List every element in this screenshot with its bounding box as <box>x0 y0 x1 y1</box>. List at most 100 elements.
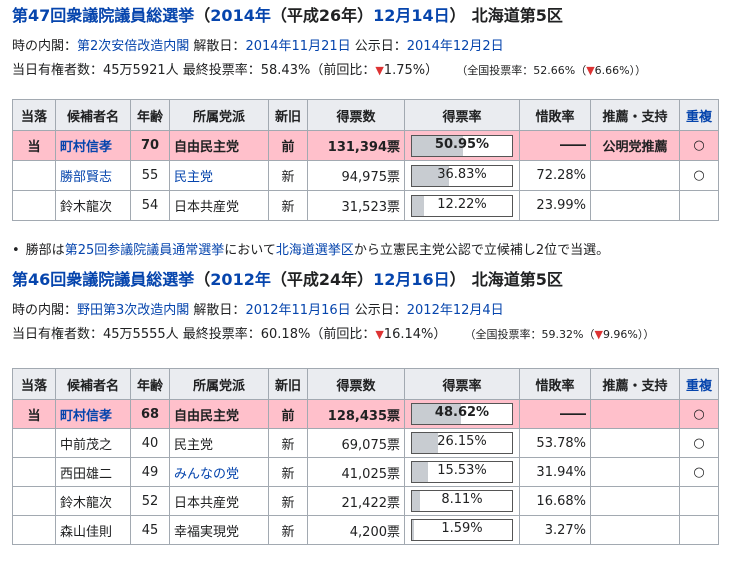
header-party: 所属党派 <box>169 368 269 400</box>
cell-votes: 69,075票 <box>307 428 405 458</box>
party-name: 日本共産党 <box>174 495 240 511</box>
cell-age: 68 <box>130 399 170 429</box>
vote-share-bar: 50.95% <box>411 134 513 157</box>
cell-rate: 12.22% <box>404 190 520 221</box>
cell-support <box>590 486 680 516</box>
header-name: 候補者名 <box>55 99 131 131</box>
cell-party: 幸福実現党 <box>169 515 269 545</box>
cell-name[interactable]: 勝部賢志 <box>55 160 131 191</box>
cell-result <box>12 428 56 458</box>
table-header-row: 当落 候補者名 年齢 所属党派 新旧 得票数 得票率 惜敗率 推薦・支持 重複 <box>12 368 719 400</box>
candidate-name: 鈴木龍次 <box>60 200 113 215</box>
vote-share-text: 8.11% <box>441 492 483 507</box>
date-link[interactable]: 12月14日 <box>373 6 450 25</box>
table-row: 森山佳則 45 幸福実現党 新 4,200票 1.59% 3.27% <box>12 515 719 545</box>
header-rate: 得票率 <box>404 99 520 131</box>
election-2014-section: 第47回衆議院議員総選挙（2014年（平成26年）12月14日） 北海道第5区 時… <box>12 6 747 221</box>
cell-status: 新 <box>268 486 308 516</box>
cell-age: 52 <box>130 486 170 516</box>
header-loss-rate: 惜敗率 <box>519 99 591 131</box>
cabinet-link[interactable]: 第2次安倍改造内閣 <box>77 39 189 54</box>
vote-share-text: 1.59% <box>441 521 483 536</box>
election-2012-title-link[interactable]: 第46回衆議院議員総選挙 <box>12 270 194 289</box>
table-row: 中前茂之 40 民主党 新 69,075票 26.15% 53.78% ○ <box>12 428 719 458</box>
cell-party: 民主党 <box>169 428 269 458</box>
candidate-name: 西田雄二 <box>60 466 113 482</box>
cell-votes: 31,523票 <box>307 190 405 221</box>
header-support: 推薦・支持 <box>590 368 680 400</box>
cell-duplicate: ○ <box>679 130 719 161</box>
party-name[interactable]: みんなの党 <box>174 467 239 482</box>
cabinet-link[interactable]: 野田第3次改造内閣 <box>77 303 189 318</box>
header-duplicate[interactable]: 重複 <box>679 99 719 131</box>
header-name: 候補者名 <box>55 368 131 400</box>
vote-share-text: 50.95% <box>434 136 490 152</box>
cell-party[interactable]: 民主党 <box>169 160 269 191</box>
cell-rate: 50.95% <box>404 130 520 161</box>
vote-share-text: 36.83% <box>437 166 487 182</box>
election-2012-dates: 時の内閣：野田第3次改造内閣 解散日：2012年11月16日 公示日：2012年… <box>12 303 504 318</box>
upper-house-election-link[interactable]: 第25回参議院議員通常選挙 <box>65 243 225 258</box>
cell-name[interactable]: 町村信孝 <box>55 399 131 429</box>
header-party: 所属党派 <box>169 99 269 131</box>
party-name: 自由民主党 <box>174 408 240 424</box>
cell-votes: 131,394票 <box>307 130 405 161</box>
dissolve-date-link[interactable]: 2012年11月16日 <box>245 303 350 318</box>
date-link[interactable]: 12月16日 <box>373 270 450 289</box>
cell-status: 新 <box>268 457 308 487</box>
party-name: 自由民主党 <box>174 140 240 155</box>
cell-duplicate: ○ <box>679 428 719 458</box>
vote-share-bar: 8.11% <box>411 490 513 512</box>
cell-rate: 36.83% <box>404 160 520 191</box>
cell-duplicate <box>679 486 719 516</box>
cell-votes: 4,200票 <box>307 515 405 545</box>
year-link[interactable]: 2012年 <box>210 270 271 289</box>
candidate-name[interactable]: 町村信孝 <box>60 409 112 424</box>
results-table-2014: 当落 候補者名 年齢 所属党派 新旧 得票数 得票率 惜敗率 推薦・支持 重複 … <box>12 99 719 221</box>
cell-votes: 128,435票 <box>307 399 405 429</box>
cell-party: 日本共産党 <box>169 190 269 221</box>
candidate-name[interactable]: 勝部賢志 <box>60 170 112 185</box>
cell-name: 西田雄二 <box>55 457 131 487</box>
cell-party[interactable]: みんなの党 <box>169 457 269 487</box>
vote-share-text: 48.62% <box>434 405 490 420</box>
year-link[interactable]: 2014年 <box>210 6 271 25</box>
party-name[interactable]: 民主党 <box>174 170 213 185</box>
cell-rate: 1.59% <box>404 515 520 545</box>
header-rate: 得票率 <box>404 368 520 400</box>
hokkaido-district-link[interactable]: 北海道選挙区 <box>276 243 354 258</box>
cell-loss-rate: 31.94% <box>519 457 591 487</box>
cell-loss-rate: 72.28% <box>519 160 591 191</box>
header-duplicate[interactable]: 重複 <box>679 368 719 400</box>
table-row: 鈴木龍次 54 日本共産党 新 31,523票 12.22% 23.99% <box>12 190 719 221</box>
table-row: 当町村信孝 70 自由民主党 前 131,394票 50.95% ―― 公明党推薦 ○ <box>12 130 719 161</box>
vote-share-text: 26.15% <box>437 434 487 449</box>
table-header-row: 当落 候補者名 年齢 所属党派 新旧 得票数 得票率 惜敗率 推薦・支持 重複 <box>12 99 719 131</box>
election-2014-note: • 勝部は第25回参議院議員通常選挙において北海道選挙区から立憲民主党公認で立候補… <box>12 243 610 258</box>
cell-duplicate <box>679 515 719 545</box>
header-age: 年齢 <box>130 368 170 400</box>
cell-age: 45 <box>130 515 170 545</box>
results-table-2012: 当落 候補者名 年齢 所属党派 新旧 得票数 得票率 惜敗率 推薦・支持 重複 … <box>12 368 719 545</box>
cell-support <box>590 160 680 191</box>
cell-status: 前 <box>268 399 308 429</box>
party-name: 日本共産党 <box>174 200 240 215</box>
announce-date-link[interactable]: 2014年12月2日 <box>407 39 504 54</box>
cell-name[interactable]: 町村信孝 <box>55 130 131 161</box>
decrease-arrow-icon: ▼ <box>586 64 595 77</box>
candidate-name[interactable]: 町村信孝 <box>60 140 112 155</box>
cell-status: 新 <box>268 515 308 545</box>
decrease-arrow-icon: ▼ <box>594 328 603 341</box>
decrease-arrow-icon: ▼ <box>375 64 384 77</box>
cell-status: 前 <box>268 130 308 161</box>
cell-name: 中前茂之 <box>55 428 131 458</box>
announce-date-link[interactable]: 2012年12月4日 <box>407 303 504 318</box>
cell-party: 自由民主党 <box>169 399 269 429</box>
dissolve-date-link[interactable]: 2014年11月21日 <box>245 39 350 54</box>
cell-duplicate <box>679 190 719 221</box>
cell-loss-rate: 53.78% <box>519 428 591 458</box>
party-name: 民主党 <box>174 437 214 453</box>
election-2014-title-link[interactable]: 第47回衆議院議員総選挙 <box>12 6 194 25</box>
header-support: 推薦・支持 <box>590 99 680 131</box>
candidate-name: 森山佳則 <box>60 524 113 540</box>
